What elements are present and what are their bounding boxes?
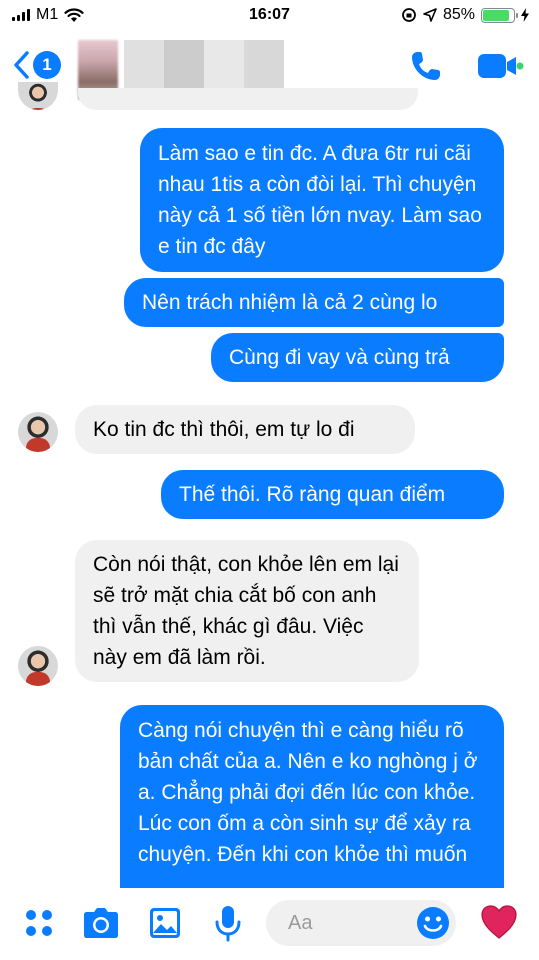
message-bubble-outgoing[interactable]: Nên trách nhiệm là cả 2 cùng lo — [124, 278, 504, 327]
apps-icon[interactable] — [22, 906, 56, 940]
battery-icon — [481, 7, 518, 23]
message-input-placeholder: Aa — [288, 912, 313, 934]
message-bubble-outgoing[interactable]: Thế thôi. Rõ ràng quan điểm — [161, 470, 504, 519]
unread-badge: 1 — [33, 51, 61, 79]
emoji-icon[interactable] — [416, 906, 450, 940]
status-bar: M1 16:07 85% — [0, 0, 539, 30]
heart-icon[interactable] — [480, 904, 518, 940]
message-bubble-incoming[interactable]: Ko tin đc thì thôi, em tự lo đi — [75, 405, 415, 454]
message-composer: Aa — [0, 888, 539, 960]
message-bubble-outgoing[interactable]: Càng nói chuyện thì e càng hiểu rõ bản c… — [120, 705, 504, 888]
chevron-left-icon — [14, 51, 29, 79]
charging-icon — [521, 8, 529, 22]
rotation-lock-icon — [402, 8, 416, 22]
camera-icon[interactable] — [82, 906, 120, 940]
message-bubble-incoming[interactable]: Còn nói thật, con khỏe lên em lại sẽ trở… — [75, 540, 419, 682]
microphone-icon[interactable] — [212, 904, 244, 942]
location-icon — [423, 8, 437, 22]
video-call-icon[interactable] — [476, 50, 524, 82]
battery-percent: 85% — [442, 6, 475, 23]
contact-avatar-small[interactable] — [18, 412, 58, 452]
prior-message-bubble — [78, 88, 418, 110]
message-input[interactable]: Aa — [266, 900, 456, 946]
contact-avatar-small[interactable] — [18, 646, 58, 686]
phone-call-icon[interactable] — [408, 48, 444, 84]
back-button[interactable]: 1 — [12, 50, 61, 80]
message-bubble-outgoing[interactable]: Làm sao e tin đc. A đưa 6tr rui cãi nhau… — [140, 128, 504, 272]
message-bubble-outgoing[interactable]: Cùng đi vay và cùng trả — [211, 333, 504, 382]
status-right: 85% — [401, 6, 529, 24]
image-icon[interactable] — [148, 906, 182, 940]
